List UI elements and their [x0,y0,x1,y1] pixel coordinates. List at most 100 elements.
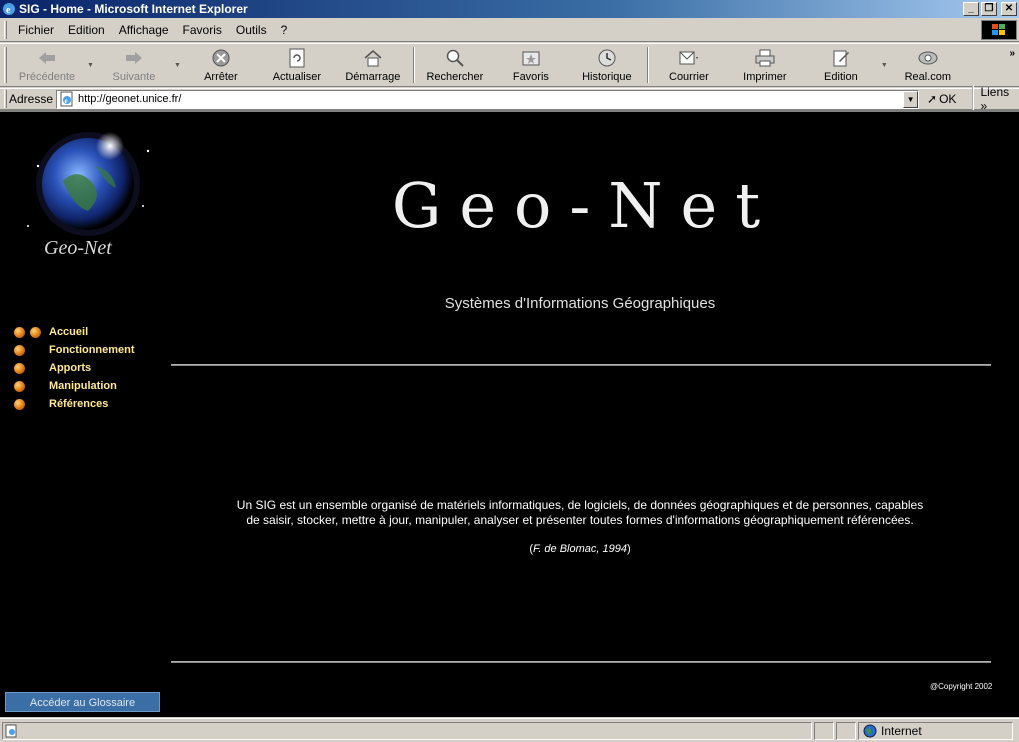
back-arrow-icon [36,48,58,68]
nav-link-apports[interactable]: Apports [49,362,91,374]
address-dropdown-icon[interactable]: ▼ [903,90,919,108]
orange-bullet-icon [14,326,25,338]
address-label: Adresse [9,92,54,106]
menu-grip[interactable] [4,20,7,39]
bullet-icons [14,326,49,338]
menu-affichage[interactable]: Affichage [112,23,176,37]
bullet-icons [14,362,49,374]
favorites-icon [520,48,542,68]
nav-item-apports[interactable]: Apports [14,359,135,377]
address-field[interactable]: e ▼ [56,89,920,109]
menu-help[interactable]: ? [274,23,295,37]
real-icon [917,48,939,68]
mail-label: Courrier [669,71,709,83]
nav-item-references[interactable]: Références [14,395,135,413]
history-icon [596,48,618,68]
address-bar: Adresse e ▼ ➚ OK Liens » [0,85,1019,113]
close-button[interactable]: ✕ [1001,2,1017,16]
orange-bullet-icon [14,380,25,392]
print-button[interactable]: Imprimer [727,45,803,85]
bullet-icons [14,380,49,392]
standard-toolbar: Précédente ▼ Suivante ▼ Arrêter Actualis… [0,43,1019,87]
svg-text:e: e [6,5,11,16]
nav-link-manipulation[interactable]: Manipulation [49,380,117,392]
ie-icon: e [3,3,15,16]
svg-text:e: e [65,97,68,105]
divider-top [171,364,991,366]
glossary-button[interactable]: Accéder au Glossaire [5,692,160,712]
menu-bar: Fichier Edition Affichage Favoris Outils… [0,18,1019,42]
back-button[interactable]: Précédente [9,45,85,85]
forward-dropdown-icon[interactable]: ▼ [174,62,181,69]
address-input[interactable] [78,93,899,105]
print-icon [754,48,776,68]
links-button[interactable]: Liens » [972,85,1019,113]
edit-icon [830,48,852,68]
menu-outils[interactable]: Outils [229,23,274,37]
edit-label: Edition [824,71,858,83]
page-icon: e [60,91,73,107]
page-subtitle: Systèmes d'Informations Géographiques [444,295,716,312]
address-grip[interactable] [4,90,7,108]
refresh-label: Actualiser [272,71,322,83]
status-bar: Internet [0,718,1019,742]
orange-bullet-icon [30,326,41,338]
edit-button[interactable]: Edition [803,45,879,85]
stop-label: Arrêter [204,71,238,83]
geonet-logo[interactable]: Geo-Net [18,126,163,261]
forward-button[interactable]: Suivante [96,45,172,85]
go-button[interactable]: ➚ OK [927,92,956,106]
menu-favoris[interactable]: Favoris [176,23,229,37]
security-zone-label: Internet [881,723,922,738]
nav-item-accueil[interactable]: Accueil [14,323,135,341]
go-arrow-icon: ➚ [927,92,938,106]
mail-icon [678,48,700,68]
favorites-button[interactable]: Favoris [493,45,569,85]
toolbar-separator [412,47,415,83]
copyright: @Copyright 2002 [930,682,993,691]
minimize-button[interactable]: _ [963,2,979,16]
nav-item-fonctionnement[interactable]: Fonctionnement [14,341,135,359]
toolbar-more-icon[interactable]: » [1009,48,1015,59]
status-cell [836,721,856,740]
back-dropdown-icon[interactable]: ▼ [87,62,94,69]
history-button[interactable]: Historique [569,45,645,85]
home-label: Démarrage [345,71,401,83]
mail-button[interactable]: Courrier [651,45,727,85]
status-main [2,721,812,740]
search-button[interactable]: Rechercher [417,45,493,85]
stop-button[interactable]: Arrêter [183,45,259,85]
print-label: Imprimer [743,71,787,83]
bullet-icons [14,344,49,356]
divider-bottom [171,661,991,663]
toolbar-grip[interactable] [4,47,7,83]
stop-icon [210,48,232,68]
window-title: SIG - Home - Microsoft Internet Explorer [19,2,248,16]
menu-edition[interactable]: Edition [61,23,112,37]
page-content: Geo-Net Accueil Fonctionnement Apports M… [0,112,1019,717]
citation: (F. de Blomac, 1994) [529,543,631,555]
orange-bullet-icon [14,362,25,374]
forward-label: Suivante [112,71,156,83]
nav-item-manipulation[interactable]: Manipulation [14,377,135,395]
search-label: Rechercher [426,71,484,83]
geonet-banner: Geo-Net [392,169,760,242]
home-icon [362,48,384,68]
security-zone[interactable]: Internet [858,721,1013,740]
back-label: Précédente [18,71,76,83]
realcom-button[interactable]: Real.com [890,45,966,85]
search-icon [444,48,466,68]
home-button[interactable]: Démarrage [335,45,411,85]
links-label: Liens [980,85,1010,99]
window-titlebar: e SIG - Home - Microsoft Internet Explor… [0,0,1019,18]
refresh-button[interactable]: Actualiser [259,45,335,85]
edit-dropdown-icon[interactable]: ▼ [881,62,888,69]
nav-link-accueil[interactable]: Accueil [49,326,88,338]
side-nav: Accueil Fonctionnement Apports Manipulat… [14,323,135,413]
nav-link-fonctionnement[interactable]: Fonctionnement [49,344,135,356]
restore-button[interactable]: ❐ [981,2,997,16]
orange-bullet-icon [14,344,25,356]
nav-link-references[interactable]: Références [49,398,108,410]
toolbar-separator [646,47,649,83]
menu-fichier[interactable]: Fichier [11,23,61,37]
